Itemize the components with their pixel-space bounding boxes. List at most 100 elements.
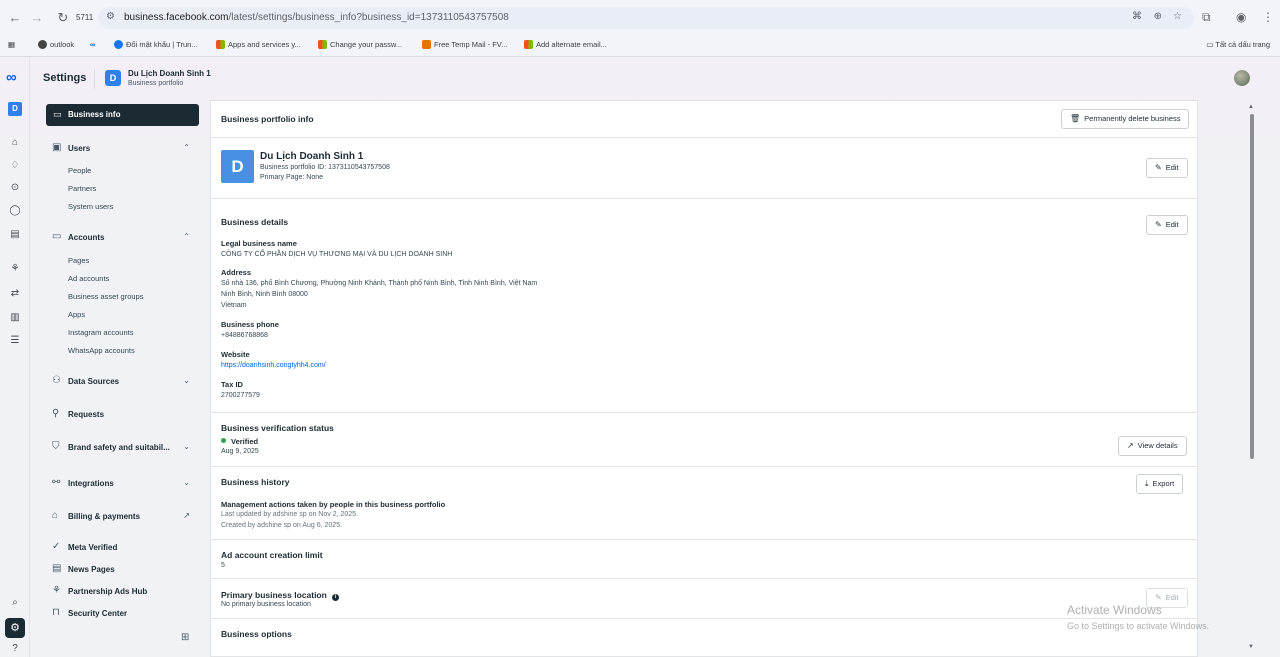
site-info-icon[interactable]: ⚙ (106, 11, 115, 22)
location-value: No primary business location (221, 601, 311, 608)
sidebar-subitem-apps[interactable]: Apps (68, 310, 85, 319)
bookmark-apps-services[interactable]: Apps and services y... (216, 40, 301, 49)
back-icon[interactable]: ← (6, 9, 24, 27)
ad-limit-value: 5 (221, 562, 225, 569)
sidebar-item-accounts[interactable]: ▭ Accounts ⌃ (52, 231, 202, 247)
pencil-icon: ✎ (1155, 593, 1162, 602)
bookmark-outlook[interactable]: outlook (38, 40, 74, 49)
sidebar-item-news-pages[interactable]: ▤ News Pages (52, 563, 202, 579)
business-settings-app: ∞ D ⌂ ♢ ⊙ ◯ ▤ ⚘ ⇄ ▥ ☰ ⌕ ⚙ ? Settings D D… (0, 57, 1280, 657)
portfolio-profile: D Du Lịch Doanh Sinh 1 Business portfoli… (211, 138, 1197, 199)
scroll-up-icon[interactable]: ▲ (1248, 104, 1254, 110)
pencil-icon: ✎ (1155, 220, 1162, 229)
sidebar-item-partnership-ads[interactable]: ⚘ Partnership Ads Hub (52, 585, 202, 601)
all-bookmarks-folder[interactable]: ▭ Tất cả dấu trang (1206, 40, 1270, 49)
bookmark-doi-mat-khau[interactable]: Đổi mật khẩu | Trun... (114, 40, 198, 49)
sidebar-subitem-system-users[interactable]: System users (68, 202, 113, 211)
profile-icon[interactable]: ◉ (1236, 10, 1246, 24)
sidebar-subitem-partners[interactable]: Partners (68, 184, 96, 193)
edit-details-button[interactable]: ✎ Edit (1146, 215, 1188, 235)
integrations-icon: ⚯ (52, 477, 61, 488)
sidebar-item-meta-verified[interactable]: ✓ Meta Verified (52, 541, 202, 557)
business-avatar-large: D (221, 150, 254, 183)
sidebar-subitem-ad-accounts[interactable]: Ad accounts (68, 274, 109, 283)
header-divider (94, 69, 95, 89)
apps-icon[interactable]: ▦ (8, 40, 15, 49)
menu-icon[interactable]: ⋮ (1262, 10, 1274, 24)
edit-profile-button[interactable]: ✎ Edit (1146, 158, 1188, 178)
bookmark-change-password[interactable]: Change your passw... (318, 40, 402, 49)
user-avatar[interactable] (1234, 70, 1250, 86)
page-title: Settings (43, 72, 87, 84)
info-icon[interactable]: i (331, 594, 339, 601)
help-icon[interactable]: ? (8, 643, 22, 654)
verified-check-icon: ✓ (52, 541, 61, 552)
phone-value: +84886768868 (221, 332, 268, 339)
legal-name-value: CÔNG TY CỔ PHẦN DỊCH VỤ THƯƠNG MẠI VÀ DU… (221, 251, 453, 258)
address-label: Address (221, 268, 252, 277)
sidebar-subitem-people[interactable]: People (68, 166, 91, 175)
extensions-icon[interactable]: ⧉ (1202, 10, 1211, 25)
content-icon[interactable]: ▤ (8, 229, 22, 240)
sidebar-item-data-sources[interactable]: ⚇ Data Sources ⌄ (52, 375, 202, 391)
meta-bookmark-icon[interactable]: ∞ (90, 40, 95, 49)
export-button[interactable]: ⤓ Export (1136, 474, 1184, 494)
forward-icon[interactable]: → (28, 9, 46, 27)
delete-business-button[interactable]: 🗑 Permanently delete business (1061, 109, 1190, 129)
scroll-down-icon[interactable]: ▼ (1248, 644, 1254, 650)
sidebar-item-billing[interactable]: ⌂ Billing & payments ↗ (52, 510, 202, 526)
users-icon: ▣ (52, 142, 62, 153)
home-icon[interactable]: ⌂ (8, 137, 22, 148)
sidebar-subitem-business-asset-groups[interactable]: Business asset groups (68, 292, 143, 301)
bookmark-star-icon[interactable]: ☆ (1173, 11, 1182, 22)
view-details-button[interactable]: ↗ View details (1118, 436, 1187, 456)
business-avatar[interactable]: D (8, 102, 22, 116)
zoom-icon[interactable]: ⊕ (1154, 11, 1162, 22)
all-tools-icon[interactable]: ☰ (8, 335, 22, 346)
sidebar-item-brand-safety[interactable]: ⛉ Brand safety and suitabil... ⌄ (52, 441, 202, 457)
settings-header: Settings D Du Lịch Doanh Sinh 1 Business… (30, 57, 1280, 99)
meta-logo-icon[interactable]: ∞ (6, 69, 17, 86)
bookmarks-bar: ▦ outlook ∞ Đổi mật khẩu | Trun... Apps … (0, 35, 1280, 57)
sidebar-subitem-pages[interactable]: Pages (68, 256, 89, 265)
sidebar-item-security-center[interactable]: ⊓ Security Center (52, 607, 202, 623)
panel-scrollbar[interactable]: ▲ ▼ (1248, 104, 1256, 657)
audience-icon[interactable]: ⚘ (8, 263, 22, 274)
bookmark-alternate-email[interactable]: Add alternate email... (524, 40, 607, 49)
bank-icon: ⌂ (52, 510, 59, 521)
address-line1: Số nhà 136, phố Bình Chương, Phường Ninh… (221, 280, 538, 287)
chevron-up-icon: ⌃ (183, 143, 190, 152)
verification-date: Aug 9, 2025 (221, 448, 259, 455)
sidebar-subitem-instagram-accounts[interactable]: Instagram accounts (68, 328, 133, 337)
requests-icon: ⚲ (52, 408, 60, 419)
compass-icon[interactable]: ⊙ (8, 182, 22, 193)
section-title: Business options (221, 629, 292, 639)
scroll-thumb[interactable] (1250, 114, 1254, 459)
sidebar-item-business-info[interactable]: ▭ Business info (46, 104, 199, 126)
bookmark-temp-mail[interactable]: Free Temp Mail - FV... (422, 40, 507, 49)
section-title: Business verification status (221, 423, 334, 433)
address-bar[interactable]: ⚙ business.facebook.com/latest/settings/… (98, 7, 1194, 29)
portfolio-avatar[interactable]: D (105, 70, 121, 86)
ads-icon[interactable]: ⇄ (8, 288, 22, 299)
reload-icon[interactable]: ↻ (54, 9, 72, 27)
sidebar-item-requests[interactable]: ⚲ Requests (52, 408, 202, 424)
website-link[interactable]: https://doanhsinh.congtyhh4.com/ (221, 362, 326, 369)
notifications-icon[interactable]: ♢ (8, 160, 22, 171)
chevron-up-icon: ⌃ (183, 232, 190, 241)
settings-gear-icon[interactable]: ⚙ (5, 618, 25, 638)
sidebar-item-users[interactable]: ▣ Users ⌃ (52, 142, 202, 158)
search-icon[interactable]: ⌕ (8, 597, 22, 608)
portfolio-name[interactable]: Du Lịch Doanh Sinh 1 (128, 69, 211, 78)
insights-icon[interactable]: ▥ (8, 312, 22, 323)
sidebar-item-integrations[interactable]: ⚯ Integrations ⌄ (52, 477, 202, 493)
portfolio-type: Business portfolio (128, 80, 184, 87)
accounts-icon: ▭ (52, 231, 62, 242)
messages-icon[interactable]: ◯ (8, 205, 22, 216)
collapse-sidebar-icon[interactable]: ⊞ (181, 632, 189, 643)
translate-icon[interactable]: ⌘ (1132, 11, 1142, 22)
sidebar-subitem-whatsapp-accounts[interactable]: WhatsApp accounts (68, 346, 135, 355)
chevron-down-icon: ⌄ (183, 442, 190, 451)
chevron-down-icon: ⌄ (183, 376, 190, 385)
business-info-panel: Business portfolio info 🗑 Permanently del… (210, 100, 1198, 657)
